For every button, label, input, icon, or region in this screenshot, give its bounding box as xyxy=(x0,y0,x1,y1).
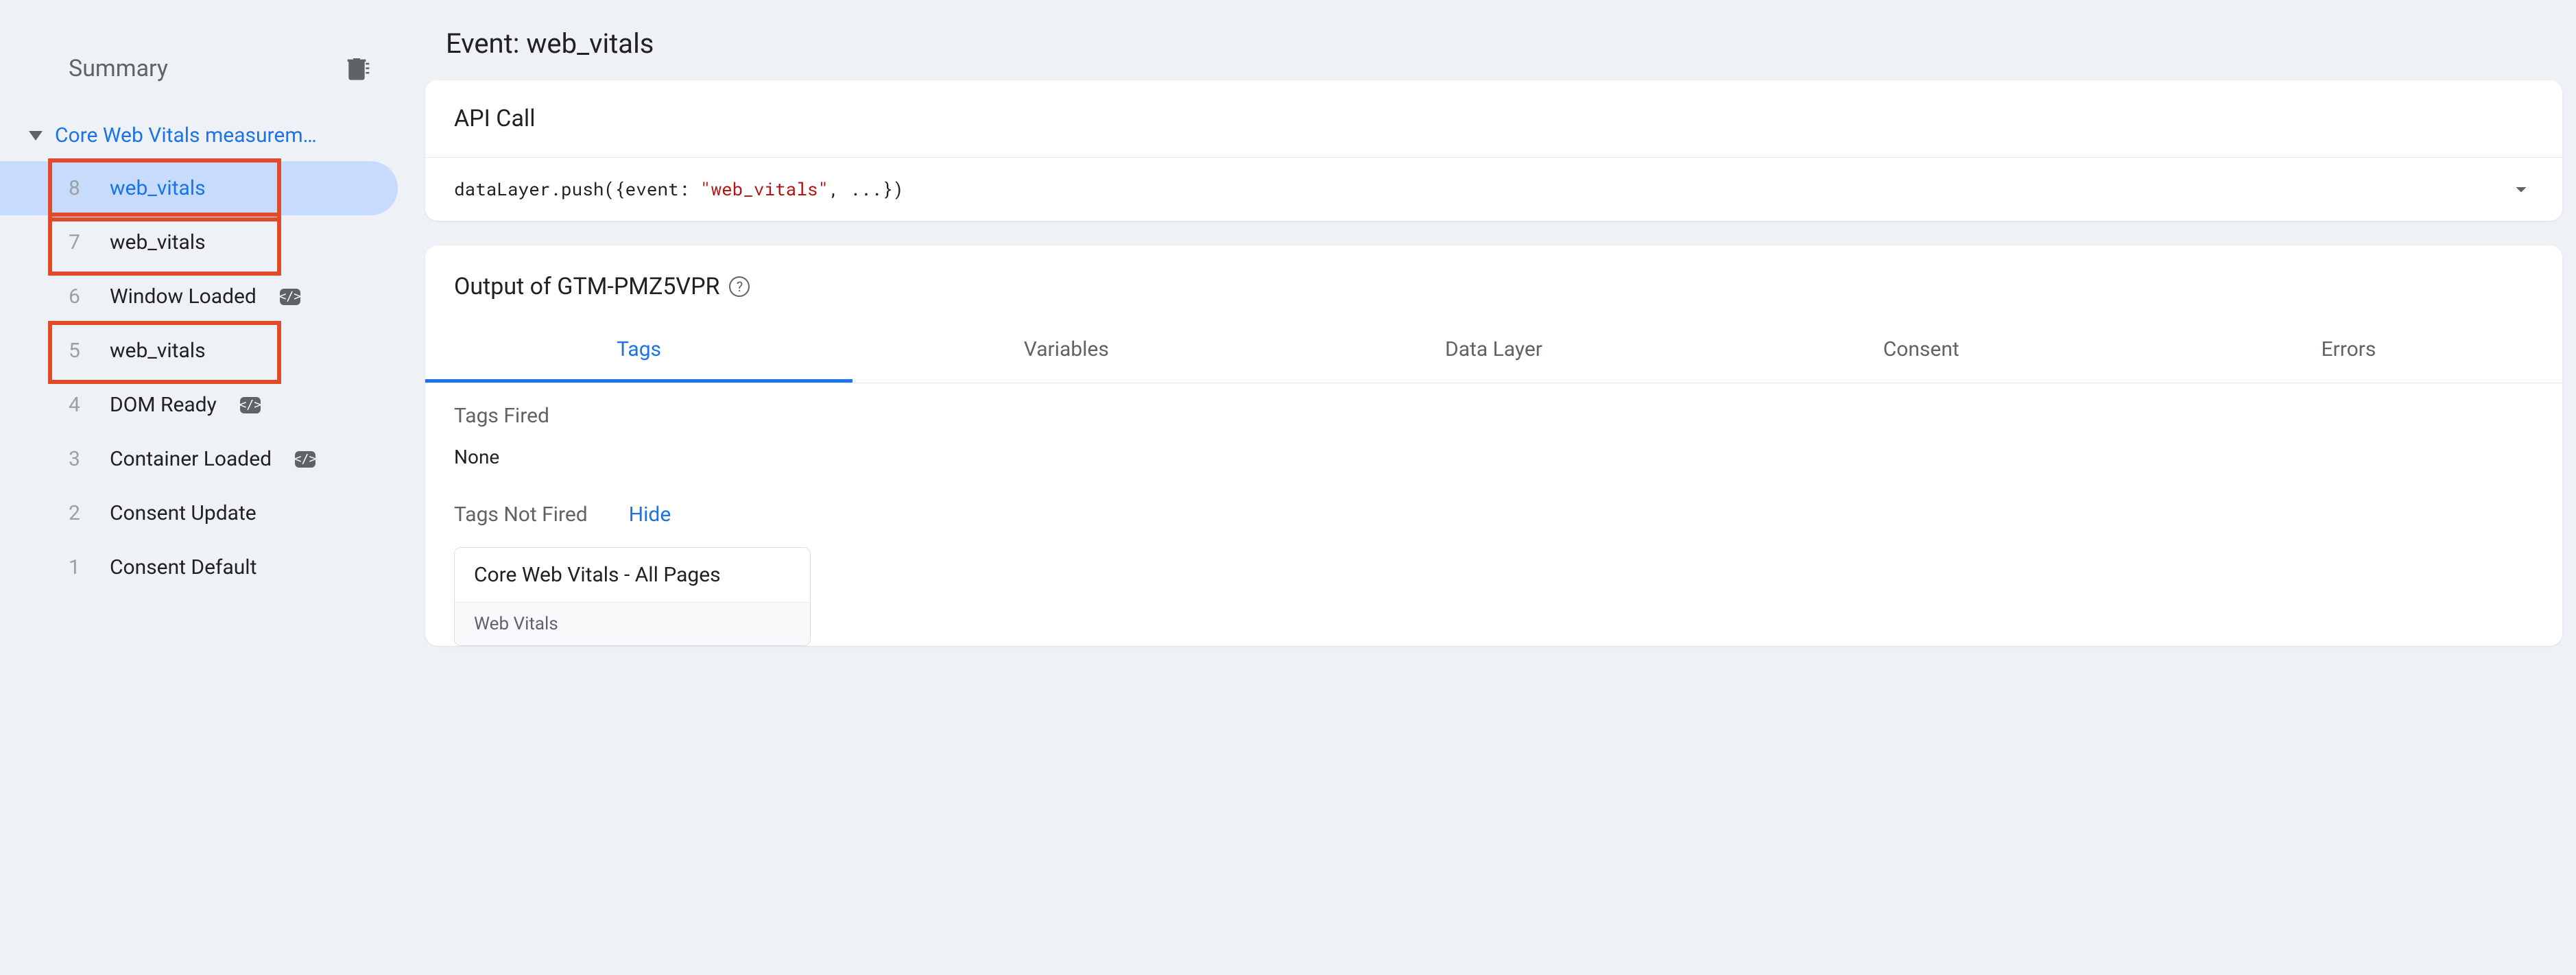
event-number: 8 xyxy=(69,176,89,200)
tab-errors[interactable]: Errors xyxy=(2135,321,2562,383)
event-label: Window Loaded xyxy=(110,285,257,309)
event-number: 3 xyxy=(69,447,89,471)
api-call-card: API Call dataLayer.push({event: "web_vit… xyxy=(425,80,2562,221)
api-call-title: API Call xyxy=(454,105,2533,132)
tab-consent[interactable]: Consent xyxy=(1708,321,2135,383)
main-content: Event: web_vitals API Call dataLayer.pus… xyxy=(412,0,2576,975)
event-label: DOM Ready xyxy=(110,393,217,417)
caret-down-icon xyxy=(29,131,43,141)
code-badge-icon: </> xyxy=(280,289,300,305)
chevron-down-icon xyxy=(2509,177,2533,202)
api-call-row[interactable]: dataLayer.push({event: "web_vitals", ...… xyxy=(425,158,2562,221)
summary-label: Summary xyxy=(69,55,168,82)
tab-data-layer[interactable]: Data Layer xyxy=(1280,321,1707,383)
tag-card-type: Web Vitals xyxy=(455,602,810,645)
event-label: Consent Update xyxy=(110,501,257,525)
event-list: 8 web_vitals 7 web_vitals 6 Window Loaded </> 5… xyxy=(0,161,412,594)
tags-not-fired-label: Tags Not Fired xyxy=(454,503,588,527)
clear-all-icon xyxy=(343,55,370,82)
output-title: Output of GTM-PMZ5VPR xyxy=(454,273,719,300)
event-item[interactable]: 1 Consent Default xyxy=(0,540,398,594)
output-card: Output of GTM-PMZ5VPR ? TagsVariablesDat… xyxy=(425,245,2562,646)
hide-button[interactable]: Hide xyxy=(629,503,671,527)
clear-all-button[interactable] xyxy=(343,55,370,82)
tag-card[interactable]: Core Web Vitals - All Pages Web Vitals xyxy=(454,547,811,646)
output-tabs: TagsVariablesData LayerConsentErrors xyxy=(425,321,2562,383)
code-badge-icon: </> xyxy=(240,397,261,413)
sidebar: Summary Core Web Vitals measurem… 8 web_v… xyxy=(0,0,412,975)
help-icon[interactable]: ? xyxy=(729,276,750,297)
group-header[interactable]: Core Web Vitals measurem… xyxy=(0,117,412,161)
event-item[interactable]: 3 Container Loaded </> xyxy=(0,432,398,486)
tags-fired-label: Tags Fired xyxy=(425,383,2562,435)
event-label: Consent Default xyxy=(110,555,257,579)
event-item[interactable]: 6 Window Loaded </> xyxy=(0,269,398,324)
event-label: web_vitals xyxy=(110,176,206,200)
event-number: 2 xyxy=(69,501,89,525)
event-label: web_vitals xyxy=(110,339,206,363)
tag-card-name: Core Web Vitals - All Pages xyxy=(455,548,810,602)
event-number: 1 xyxy=(69,555,89,579)
group-label: Core Web Vitals measurem… xyxy=(55,123,317,147)
event-label: Container Loaded xyxy=(110,447,272,471)
event-number: 7 xyxy=(69,230,89,254)
event-number: 6 xyxy=(69,285,89,309)
event-number: 5 xyxy=(69,339,89,363)
event-number: 4 xyxy=(69,393,89,417)
summary-row: Summary xyxy=(0,27,412,110)
event-item[interactable]: 2 Consent Update xyxy=(0,486,398,540)
tags-fired-none: None xyxy=(425,435,2562,489)
api-call-code: dataLayer.push({event: "web_vitals", ...… xyxy=(454,178,903,201)
tab-variables[interactable]: Variables xyxy=(852,321,1280,383)
tab-tags[interactable]: Tags xyxy=(425,321,852,383)
event-item[interactable]: 8 web_vitals xyxy=(0,161,398,215)
event-item[interactable]: 5 web_vitals xyxy=(0,324,398,378)
event-group: Core Web Vitals measurem… 8 web_vitals 7 we… xyxy=(0,117,412,594)
event-label: web_vitals xyxy=(110,230,206,254)
event-item[interactable]: 7 web_vitals xyxy=(0,215,398,269)
event-title: Event: web_vitals xyxy=(425,14,2562,80)
event-item[interactable]: 4 DOM Ready </> xyxy=(0,378,398,432)
code-badge-icon: </> xyxy=(295,451,315,468)
